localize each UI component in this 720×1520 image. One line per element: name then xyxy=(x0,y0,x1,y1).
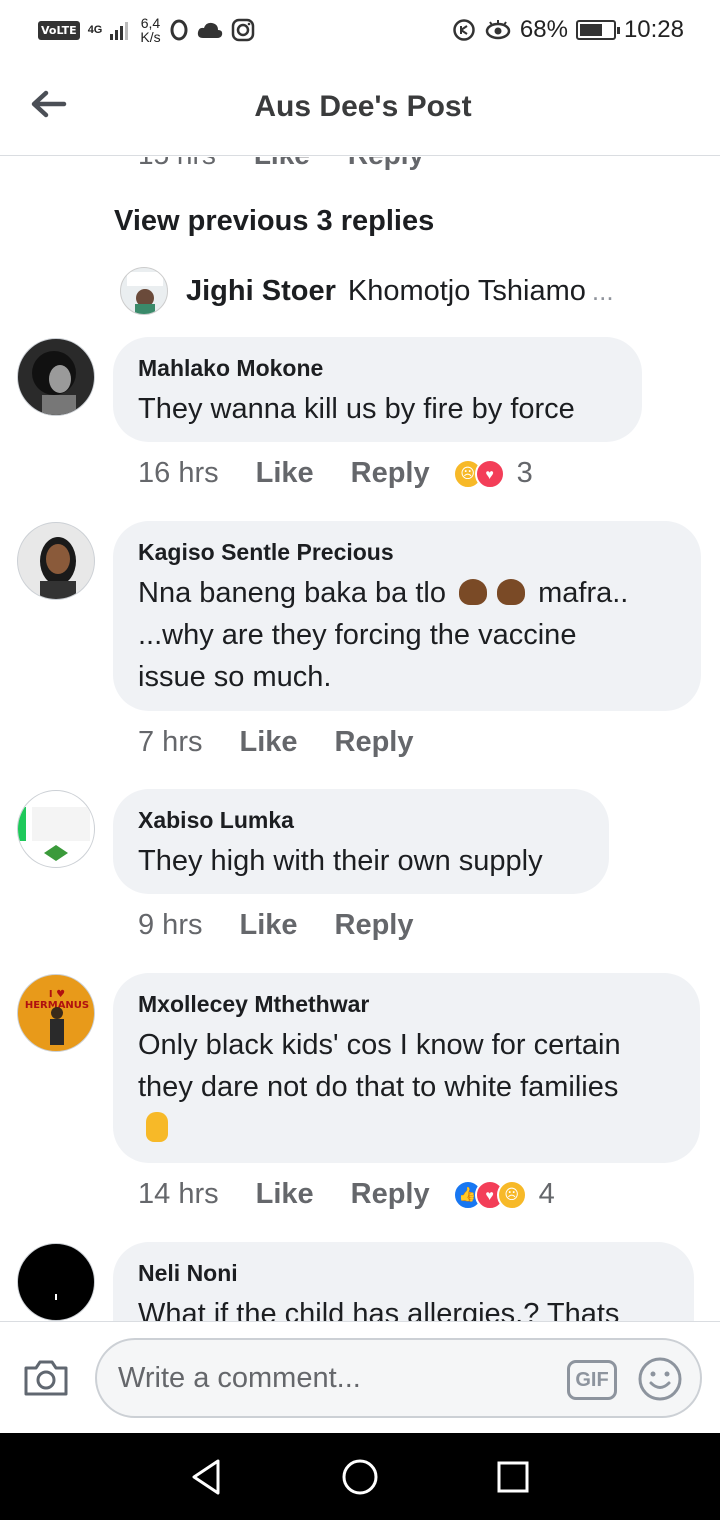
love-reaction-icon: ♥ xyxy=(474,458,505,489)
comment-time: 7 hrs xyxy=(138,726,203,758)
comment-text: Only black kids' cos I know for certain … xyxy=(138,1024,674,1150)
comment-time: 9 hrs xyxy=(138,909,203,941)
cloud-icon xyxy=(197,22,222,38)
avatar[interactable] xyxy=(17,338,95,416)
sad-reaction-icon: ☹ xyxy=(496,1179,527,1210)
poop-emoji-icon xyxy=(459,579,488,605)
cut-off-comment-actions: 15 hrs Like Reply xyxy=(138,157,424,171)
reaction-count: 3 xyxy=(516,457,533,489)
system-navigation-bar xyxy=(0,1433,720,1520)
reply-link[interactable]: Reply xyxy=(351,457,430,490)
comment-author-name[interactable]: Mahlako Mokone xyxy=(138,355,616,382)
clock: 10:28 xyxy=(623,16,684,43)
status-left: VoLTE 4G 6,4 K/s xyxy=(38,16,255,44)
like-link[interactable]: Like xyxy=(256,1178,314,1211)
comment-text-line: issue so much. xyxy=(138,661,332,693)
top-bar: Aus Dee's Post xyxy=(0,60,720,156)
comment-bubble[interactable]: Xabiso Lumka They high with their own su… xyxy=(113,789,609,894)
volte-indicator: VoLTE xyxy=(38,20,80,40)
view-previous-replies-link[interactable]: View previous 3 replies xyxy=(114,205,434,238)
status-right: 68% 10:28 xyxy=(452,16,684,44)
reply-link[interactable]: Reply xyxy=(335,726,414,759)
emoji-icon[interactable] xyxy=(637,1356,683,1402)
comment-actions: 7 hrs Like Reply xyxy=(138,726,451,759)
avatar[interactable] xyxy=(17,1243,95,1321)
collapsed-reply[interactable]: Jighi Stoer Khomotjo Tshiamo ... xyxy=(120,267,614,315)
crossed-fingers-emoji-icon xyxy=(146,1112,168,1142)
battery-percent: 68% xyxy=(519,16,568,43)
comment-text: They high with their own supply xyxy=(138,845,543,877)
battery-fill xyxy=(579,24,602,36)
network-speed: 6,4 K/s xyxy=(140,16,160,44)
comment-text-line: ...why are they forcing the vaccine xyxy=(138,619,577,651)
comment-author-name[interactable]: Kagiso Sentle Precious xyxy=(138,539,675,566)
comment-author-name[interactable]: Xabiso Lumka xyxy=(138,807,583,834)
like-link[interactable]: Like xyxy=(254,157,310,171)
comment-text: Nna baneng baka ba tlo mafra.. ...why ar… xyxy=(138,572,675,698)
reply-link[interactable]: Reply xyxy=(348,157,424,171)
camera-icon[interactable] xyxy=(22,1358,70,1398)
home-circle-icon[interactable] xyxy=(340,1457,380,1497)
comment-actions: 9 hrs Like Reply xyxy=(138,909,451,942)
signal-icon xyxy=(110,22,129,40)
comment-text: What if the child has allergies.? Thats xyxy=(138,1298,620,1321)
comment-text-line: mafra.. xyxy=(538,577,629,609)
data-saver-icon xyxy=(453,19,475,41)
page-title: Aus Dee's Post xyxy=(254,90,472,123)
instagram-icon xyxy=(231,18,254,42)
comment-author-name[interactable]: Neli Noni xyxy=(138,1260,668,1287)
speed-unit: K/s xyxy=(140,29,161,45)
comment-actions: 14 hrs Like Reply 👍 ♥ ☹ 4 xyxy=(138,1178,555,1211)
status-bar: VoLTE 4G 6,4 K/s 68% 10:28 xyxy=(0,0,720,60)
avatar[interactable]: I ♥ HERMANUS xyxy=(17,974,95,1052)
comment-text-line: they dare not do that to white families xyxy=(138,1071,619,1103)
like-link[interactable]: Like xyxy=(239,726,297,759)
comment-bubble[interactable]: Neli Noni What if the child has allergie… xyxy=(113,1242,694,1321)
like-link[interactable]: Like xyxy=(239,909,297,942)
like-link[interactable]: Like xyxy=(256,457,314,490)
comment-time: 16 hrs xyxy=(138,457,219,489)
comment-bubble[interactable]: Kagiso Sentle Precious Nna baneng baka b… xyxy=(113,521,701,711)
comment-actions: 16 hrs Like Reply ☹ ♥ 3 xyxy=(138,457,533,490)
battery-icon xyxy=(575,20,620,40)
comment-time: 14 hrs xyxy=(138,1178,219,1210)
recents-square-icon[interactable] xyxy=(493,1457,533,1497)
comment-text-line: Nna baneng baka ba tlo xyxy=(138,577,446,609)
network-type: 4G xyxy=(87,23,103,36)
comment-text-line: Only black kids' cos I know for certain xyxy=(138,1029,621,1061)
reactions[interactable]: ☹ ♥ 3 xyxy=(452,457,533,490)
gif-button[interactable]: GIF xyxy=(567,1360,617,1400)
comment-composer: Write a comment... GIF xyxy=(0,1321,720,1433)
circle-notification-icon xyxy=(170,19,188,41)
reply-more: ... xyxy=(591,275,614,306)
reply-link[interactable]: Reply xyxy=(335,909,414,942)
comment-text: They wanna kill us by fire by force xyxy=(138,393,575,425)
reactions[interactable]: 👍 ♥ ☹ 4 xyxy=(452,1178,555,1211)
comment-input-placeholder: Write a comment... xyxy=(118,1361,361,1394)
comment-time: 15 hrs xyxy=(138,157,216,171)
back-triangle-icon[interactable] xyxy=(186,1457,226,1497)
avatar[interactable] xyxy=(17,790,95,868)
comment-author-name[interactable]: Mxollecey Mthethwar xyxy=(138,991,674,1018)
poop-emoji-icon xyxy=(497,579,526,605)
avatar[interactable] xyxy=(120,267,168,315)
comment-bubble[interactable]: Mxollecey Mthethwar Only black kids' cos… xyxy=(113,973,700,1163)
reply-author-name[interactable]: Jighi Stoer xyxy=(186,275,336,308)
reaction-count: 4 xyxy=(538,1178,555,1210)
avatar[interactable] xyxy=(17,522,95,600)
reply-link[interactable]: Reply xyxy=(351,1178,430,1211)
eye-comfort-icon xyxy=(485,20,511,40)
reply-preview-text: Khomotjo Tshiamo xyxy=(347,274,586,307)
comment-bubble[interactable]: Mahlako Mokone They wanna kill us by fir… xyxy=(113,337,642,442)
comments-feed[interactable]: 15 hrs Like Reply View previous 3 replie… xyxy=(0,157,720,1321)
